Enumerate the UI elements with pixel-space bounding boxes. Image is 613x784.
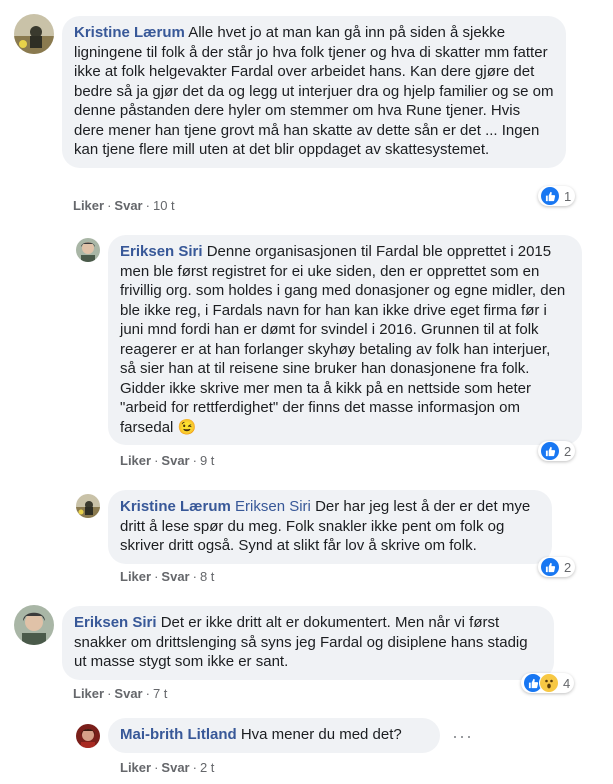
reaction-summary[interactable]: 1 [538,186,576,206]
comment-actions: Liker · Svar · 2 t [120,760,215,775]
comment-bubble: Kristine Lærum Eriksen Siri Der har jeg … [108,490,552,564]
like-button[interactable]: Liker [73,686,104,701]
like-button[interactable]: Liker [73,198,104,213]
comment-actions: Liker · Svar · 9 t [120,453,215,468]
author-name[interactable]: Eriksen Siri [120,243,203,260]
author-name[interactable]: Kristine Lærum [120,498,231,515]
author-name[interactable]: Kristine Lærum [74,24,185,41]
reaction-summary[interactable]: 4 [521,673,575,693]
wow-icon [539,673,559,693]
reply-button[interactable]: Svar [114,686,142,701]
like-icon [540,186,560,206]
reaction-count: 1 [564,188,572,204]
avatar[interactable] [76,494,100,518]
comment-bubble: Mai-brith Litland Hva mener du med det? [108,718,440,753]
mention-tag[interactable]: Eriksen Siri [235,498,311,515]
comment-actions: Liker · Svar · 8 t [120,569,215,584]
reply-button[interactable]: Svar [161,453,189,468]
avatar[interactable] [14,14,54,54]
reply-button[interactable]: Svar [161,760,189,775]
like-button[interactable]: Liker [120,569,151,584]
reply-button[interactable]: Svar [114,198,142,213]
timestamp[interactable]: 2 t [200,760,214,775]
comment-actions: Liker · Svar · 10 t [73,198,175,213]
more-options-icon[interactable]: ··· [452,726,473,747]
avatar[interactable] [14,605,54,645]
reaction-summary[interactable]: 2 [538,557,576,577]
comment-bubble: Eriksen Siri Denne organisasjonen til Fa… [108,235,582,445]
reaction-count: 4 [563,675,571,691]
like-button[interactable]: Liker [120,453,151,468]
comment-bubble: Eriksen Siri Det er ikke dritt alt er do… [62,606,554,680]
avatar[interactable] [76,238,100,262]
like-icon [540,441,560,461]
reply-button[interactable]: Svar [161,569,189,584]
timestamp[interactable]: 7 t [153,686,167,701]
timestamp[interactable]: 8 t [200,569,214,584]
comment-text: Alle hvet jo at man kan gå inn på siden … [74,24,554,158]
comment-text: Denne organisasjonen til Fardal ble oppr… [120,243,566,436]
like-icon [540,557,560,577]
wink-emoji: 😉 [177,418,197,436]
like-button[interactable]: Liker [120,760,151,775]
author-name[interactable]: Eriksen Siri [74,614,157,631]
comment-actions: Liker · Svar · 7 t [73,686,168,701]
comment-bubble: Kristine Lærum Alle hvet jo at man kan g… [62,16,566,168]
comment-text: Hva mener du med det? [240,726,402,743]
author-name[interactable]: Mai-brith Litland [120,726,237,743]
avatar[interactable] [76,724,100,748]
timestamp[interactable]: 9 t [200,453,214,468]
timestamp[interactable]: 10 t [153,198,175,213]
reaction-count: 2 [564,443,572,459]
reaction-summary[interactable]: 2 [538,441,576,461]
reaction-count: 2 [564,559,572,575]
